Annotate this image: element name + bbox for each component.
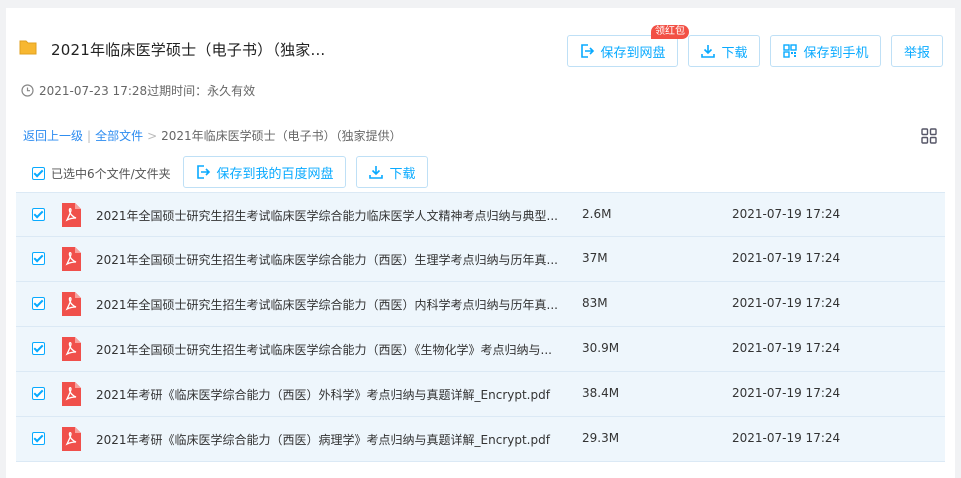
share-title: 2021年临床医学硕士（电子书）（独家... (51, 41, 326, 59)
file-checkbox[interactable] (32, 208, 45, 221)
breadcrumb-back-link[interactable]: 返回上一级 (23, 127, 83, 144)
file-row[interactable]: 2021年考研《临床医学综合能力（西医）外科学》考点归纳与真题详解_Encryp… (16, 372, 945, 417)
save-to-baidu-button[interactable]: 保存到我的百度网盘 (183, 156, 346, 188)
red-packet-badge[interactable]: 领红包 (651, 25, 689, 39)
download-button[interactable]: 下载 (688, 35, 760, 67)
file-name[interactable]: 2021年考研《临床医学综合能力（西医）外科学》考点归纳与真题详解_Encryp… (96, 386, 550, 403)
select-all-checkbox[interactable] (32, 167, 45, 180)
download-label: 下载 (721, 45, 748, 61)
report-label: 举报 (903, 45, 930, 61)
selected-count-label: 已选中6个文件/文件夹 (51, 167, 171, 181)
report-button[interactable]: 举报 (891, 35, 943, 67)
save-icon (581, 44, 595, 58)
pdf-icon (62, 247, 81, 271)
file-size: 38.4M (582, 386, 620, 400)
file-checkbox[interactable] (32, 252, 45, 265)
file-size: 2.6M (582, 207, 612, 221)
file-checkbox[interactable] (32, 387, 45, 400)
breadcrumb: 返回上一级 | 全部文件 > 2021年临床医学硕士（电子书）（独家提供） (23, 127, 402, 144)
pdf-icon (62, 337, 81, 361)
file-name[interactable]: 2021年考研《临床医学综合能力（西医）病理学》考点归纳与真题详解_Encryp… (96, 431, 550, 448)
download-selected-button[interactable]: 下载 (356, 156, 428, 188)
clock-icon (21, 84, 34, 97)
file-row[interactable]: 2021年全国硕士研究生招生考试临床医学综合能力（西医）内科学考点归纳与历年真.… (16, 282, 945, 327)
file-list: 2021年全国硕士研究生招生考试临床医学综合能力临床医学人文精神考点归纳与典型.… (16, 192, 945, 462)
save-to-disk-button[interactable]: 保存到网盘 (567, 35, 678, 67)
save-to-disk-label: 保存到网盘 (600, 45, 666, 61)
save-icon (197, 165, 211, 179)
folder-icon (19, 40, 37, 55)
file-name[interactable]: 2021年全国硕士研究生招生考试临床医学综合能力（西医）内科学考点归纳与历年真.… (96, 296, 558, 313)
expire-info: 2021-07-23 17:28过期时间：永久有效 (21, 82, 255, 99)
breadcrumb-separator: | (87, 128, 92, 143)
share-header: 2021年临床医学硕士（电子书）（独家... 2021-07-23 17:28过… (6, 8, 955, 118)
grid-view-icon[interactable] (921, 128, 937, 144)
file-row[interactable]: 2021年全国硕士研究生招生考试临床医学综合能力（西医）生理学考点归纳与历年真.… (16, 237, 945, 282)
save-to-baidu-label: 保存到我的百度网盘 (216, 166, 334, 182)
qrcode-icon (783, 44, 798, 58)
file-checkbox[interactable] (32, 342, 45, 355)
pdf-icon (62, 292, 81, 316)
file-date: 2021-07-19 17:24 (732, 431, 841, 445)
share-panel: 2021年临床医学硕士（电子书）（独家... 2021-07-23 17:28过… (6, 8, 955, 478)
breadcrumb-all-files-link[interactable]: 全部文件 (95, 127, 143, 144)
file-size: 83M (582, 296, 608, 310)
expire-text: 2021-07-23 17:28过期时间：永久有效 (39, 84, 256, 98)
file-date: 2021-07-19 17:24 (732, 296, 841, 310)
file-checkbox[interactable] (32, 432, 45, 445)
pdf-icon (62, 382, 81, 406)
file-row[interactable]: 2021年全国硕士研究生招生考试临床医学综合能力（西医）《生物化学》考点归纳与.… (16, 327, 945, 372)
save-to-phone-button[interactable]: 保存到手机 (770, 35, 881, 67)
file-name[interactable]: 2021年全国硕士研究生招生考试临床医学综合能力（西医）《生物化学》考点归纳与.… (96, 341, 552, 358)
download-icon (369, 166, 384, 179)
file-size: 37M (582, 251, 608, 265)
pdf-icon (62, 203, 81, 227)
file-size: 30.9M (582, 341, 620, 355)
file-date: 2021-07-19 17:24 (732, 251, 841, 265)
breadcrumb-current: 2021年临床医学硕士（电子书）（独家提供） (161, 129, 402, 143)
file-row[interactable]: 2021年全国硕士研究生招生考试临床医学综合能力临床医学人文精神考点归纳与典型.… (16, 192, 945, 237)
file-checkbox[interactable] (32, 297, 45, 310)
file-size: 29.3M (582, 431, 620, 445)
file-date: 2021-07-19 17:24 (732, 207, 841, 221)
file-date: 2021-07-19 17:24 (732, 341, 841, 355)
file-name[interactable]: 2021年全国硕士研究生招生考试临床医学综合能力临床医学人文精神考点归纳与典型.… (96, 207, 558, 224)
breadcrumb-arrow: > (147, 128, 158, 143)
save-to-phone-label: 保存到手机 (803, 45, 869, 61)
download-selected-label: 下载 (389, 166, 416, 182)
file-row[interactable]: 2021年考研《临床医学综合能力（西医）病理学》考点归纳与真题详解_Encryp… (16, 417, 945, 462)
pdf-icon (62, 427, 81, 451)
file-name[interactable]: 2021年全国硕士研究生招生考试临床医学综合能力（西医）生理学考点归纳与历年真.… (96, 251, 558, 268)
download-icon (701, 45, 716, 58)
file-date: 2021-07-19 17:24 (732, 386, 841, 400)
